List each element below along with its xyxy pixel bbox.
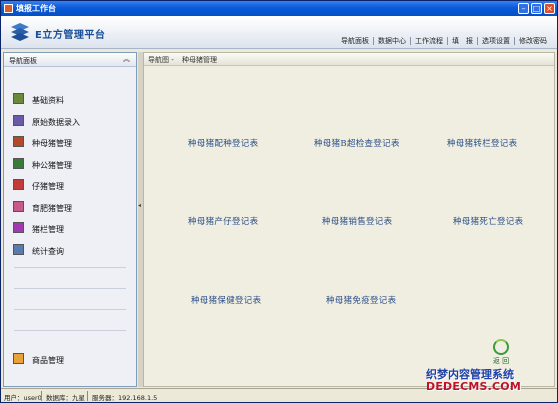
sidebar-item-pen-management[interactable]: 猪栏管理 <box>4 218 136 240</box>
link-sow-death-record[interactable]: 种母猪死亡登记表 <box>453 215 523 227</box>
breadcrumb-root[interactable]: 导航图 - <box>148 55 174 65</box>
sidebar-item-sow-management[interactable]: 种母猪管理 <box>4 132 136 154</box>
topnav-change-password[interactable]: 修改密码 <box>514 37 551 45</box>
sidebar-item-boar-management[interactable]: 种公猪管理 <box>4 154 136 176</box>
sidebar-item-label: 原始数据录入 <box>32 117 80 127</box>
breadcrumb-current: 种母猪管理 <box>182 56 217 64</box>
topnav-data-center[interactable]: 数据中心 <box>373 37 410 45</box>
title-bar: 填报工作台 – □ × <box>1 1 557 16</box>
collapse-arrow-icon[interactable]: ◂ <box>138 202 141 209</box>
collapse-icon[interactable]: ︽ <box>122 55 131 64</box>
link-sow-immunization-record[interactable]: 种母猪免疫登记表 <box>326 294 396 306</box>
top-navigation: 导航面板 数据中心 工作流程 填 报 选项设置 修改密码 <box>337 37 551 45</box>
link-sow-mating-record[interactable]: 种母猪配种登记表 <box>188 137 258 149</box>
sidebar-item-label: 种母猪管理 <box>32 139 72 148</box>
link-sow-ultrasound-record[interactable]: 种母猪B超检查登记表 <box>314 137 400 149</box>
link-sow-farrowing-record[interactable]: 种母猪产仔登记表 <box>188 215 258 227</box>
return-label: 返 回 <box>492 357 510 365</box>
logo-icon <box>11 23 29 41</box>
piglet-icon <box>13 179 24 190</box>
link-sow-sales-record[interactable]: 种母猪销售登记表 <box>322 215 392 227</box>
breadcrumb: 导航图 - 种母猪管理 <box>144 53 554 66</box>
status-server: 服务器：192.168.1.5 <box>92 394 158 402</box>
window-title: 填报工作台 <box>16 4 56 13</box>
sidebar-item-label: 育肥猪管理 <box>32 203 72 213</box>
sidebar-item-label: 猪栏管理 <box>32 225 64 234</box>
sidebar-item-statistics[interactable]: 统计查询 <box>4 240 136 262</box>
link-sow-transfer-record[interactable]: 种母猪转栏登记表 <box>447 137 517 149</box>
boar-icon <box>13 157 24 169</box>
app-window: 填报工作台 – □ × E立方管理平台 导航面板 数据中心 工作流程 填 报 选… <box>0 0 558 403</box>
sidebar-item-label: 商品管理 <box>32 356 64 365</box>
status-user: 用户：user0 <box>4 394 42 402</box>
status-divider <box>87 391 88 401</box>
sidebar-item-label: 统计查询 <box>32 246 64 256</box>
watermark-line2: DEDECMS.COM <box>426 380 521 393</box>
status-divider <box>41 391 42 401</box>
pen-icon <box>13 222 24 233</box>
topnav-nav-panel[interactable]: 导航面板 <box>337 37 373 45</box>
minimize-button[interactable]: – <box>518 3 529 14</box>
basic-data-icon <box>13 93 24 104</box>
refresh-return-icon <box>493 339 509 355</box>
sidebar-menu: 基础资料 原始数据录入 种母猪管理 种公猪管理 仔猪管理 育肥猪管理 猪栏管理 … <box>4 89 136 261</box>
main-content: 导航图 - 种母猪管理 种母猪配种登记表 种母猪B超检查登记表 种母猪转栏登记表… <box>143 52 555 387</box>
fattening-icon <box>13 200 24 212</box>
sidebar-item-piglet-management[interactable]: 仔猪管理 <box>4 175 136 197</box>
data-entry-icon <box>13 114 24 126</box>
topnav-options[interactable]: 选项设置 <box>477 37 514 45</box>
maximize-button[interactable]: □ <box>531 3 542 14</box>
topnav-fill-report[interactable]: 填 报 <box>447 37 477 45</box>
sidebar-dividers <box>14 267 126 351</box>
goods-icon <box>13 353 24 364</box>
sidebar-header: 导航面板 ︽ <box>4 53 136 67</box>
sidebar: 导航面板 ︽ 基础资料 原始数据录入 种母猪管理 种公猪管理 仔猪管理 育肥猪管… <box>3 52 137 387</box>
sow-icon <box>13 136 24 147</box>
return-button[interactable]: 返 回 <box>485 339 517 366</box>
logo-text: E立方管理平台 <box>35 30 106 41</box>
sidebar-item-label: 仔猪管理 <box>32 182 64 191</box>
header-banner: E立方管理平台 导航面板 数据中心 工作流程 填 报 选项设置 修改密码 <box>1 16 557 49</box>
sidebar-item-goods-management[interactable]: 商品管理 <box>4 349 136 369</box>
sidebar-item-basic-data[interactable]: 基础资料 <box>4 89 136 111</box>
status-database: 数据库：九星 <box>46 394 85 402</box>
app-icon <box>4 4 13 13</box>
sidebar-item-label: 基础资料 <box>32 96 64 105</box>
link-sow-health-record[interactable]: 种母猪保健登记表 <box>191 294 261 306</box>
topnav-workflow[interactable]: 工作流程 <box>410 37 447 45</box>
sidebar-item-label: 种公猪管理 <box>32 160 72 170</box>
statistics-icon <box>13 243 24 255</box>
sidebar-item-raw-data-entry[interactable]: 原始数据录入 <box>4 111 136 133</box>
watermark: 织梦内容管理系统 DEDECMS.COM <box>426 366 558 393</box>
sidebar-title: 导航面板 <box>9 57 37 65</box>
close-button[interactable]: × <box>544 3 555 14</box>
sidebar-item-fattening-management[interactable]: 育肥猪管理 <box>4 197 136 219</box>
